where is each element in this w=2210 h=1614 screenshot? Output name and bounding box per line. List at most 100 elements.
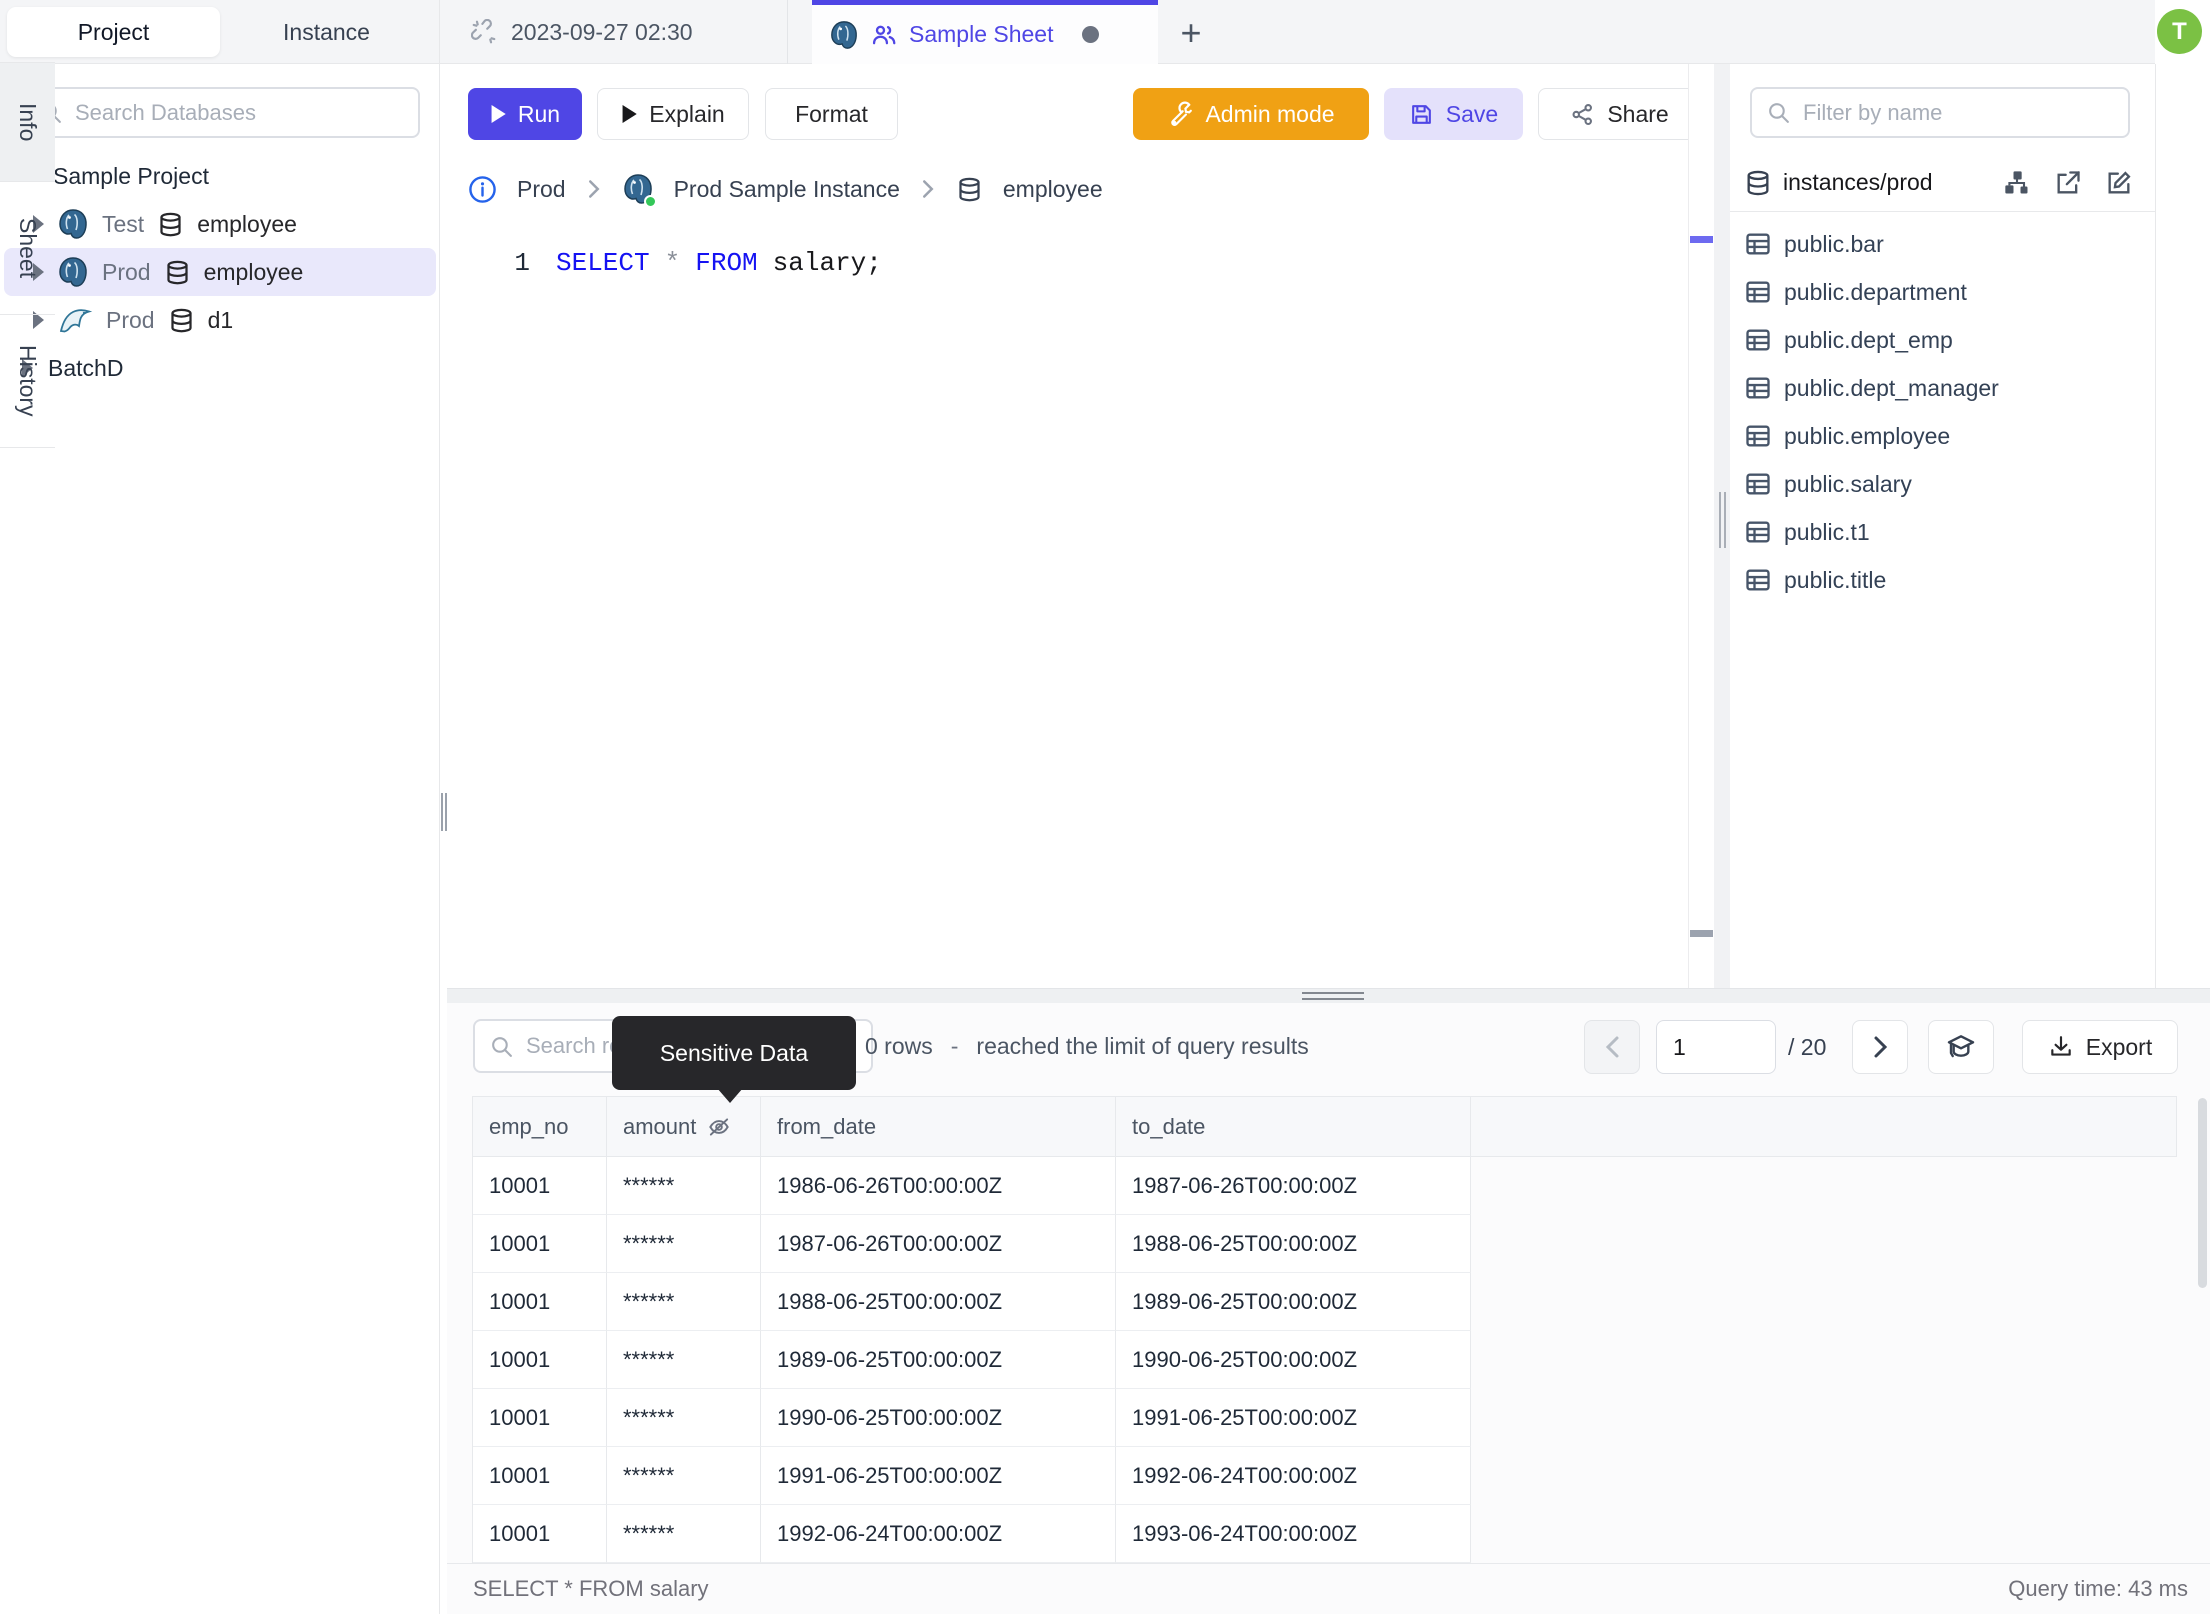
table-cell-masked[interactable]: ****** xyxy=(607,1505,761,1563)
table-cell[interactable]: 1993-06-24T00:00:00Z xyxy=(1116,1505,1471,1563)
table-cell[interactable]: 1991-06-25T00:00:00Z xyxy=(1116,1389,1471,1447)
sql-text: salary; xyxy=(772,248,882,278)
table-list-item[interactable]: public.salary xyxy=(1730,460,2155,508)
explain-button[interactable]: Explain xyxy=(597,88,749,140)
play-icon xyxy=(621,105,637,123)
sheet-tab-timestamp[interactable]: 2023-09-27 02:30 xyxy=(447,0,788,64)
page-number-input[interactable] xyxy=(1656,1020,1776,1074)
sql-editor-line[interactable]: 1 SELECT * FROM salary; xyxy=(490,245,897,281)
unlink-icon xyxy=(471,19,497,45)
table-cell[interactable]: 10001 xyxy=(473,1389,607,1447)
breadcrumb-database[interactable]: employee xyxy=(1003,176,1103,203)
breadcrumb-instance[interactable]: Prod Sample Instance xyxy=(674,176,900,203)
database-search[interactable]: Search Databases xyxy=(22,87,420,138)
export-button[interactable]: Export xyxy=(2022,1020,2178,1074)
table-cell[interactable]: 1990-06-25T00:00:00Z xyxy=(1116,1331,1471,1389)
shared-sheet-icon xyxy=(870,21,898,49)
postgres-icon xyxy=(57,256,89,288)
table-cell-masked[interactable]: ****** xyxy=(607,1447,761,1505)
table-cell-masked[interactable]: ****** xyxy=(607,1331,761,1389)
format-button[interactable]: Format xyxy=(765,88,898,140)
tab-info-label: Info xyxy=(15,102,41,142)
table-list-item[interactable]: public.t1 xyxy=(1730,508,2155,556)
tree-node-prod-employee-selected[interactable]: Prod employee xyxy=(4,248,436,296)
table-name: public.salary xyxy=(1784,470,1912,497)
tree-node-test-employee[interactable]: Test employee xyxy=(0,200,440,248)
data-masking-button[interactable] xyxy=(1928,1020,1994,1074)
table-name: public.t1 xyxy=(1784,518,1870,545)
column-header[interactable]: from_date xyxy=(761,1097,1116,1157)
sheet-tab-label: 2023-09-27 02:30 xyxy=(511,18,693,45)
edit-icon[interactable] xyxy=(2105,169,2133,197)
table-cell-masked[interactable]: ****** xyxy=(607,1389,761,1447)
table-cell-masked[interactable]: ****** xyxy=(607,1273,761,1331)
next-page-button[interactable] xyxy=(1852,1020,1908,1074)
tab-info[interactable]: Info xyxy=(0,62,55,182)
tree-node-batchd[interactable]: BatchD xyxy=(0,344,440,392)
table-cell[interactable]: 1986-06-26T00:00:00Z xyxy=(761,1157,1116,1215)
filter-input[interactable]: Filter by name xyxy=(1750,87,2130,138)
table-cell[interactable]: 10001 xyxy=(473,1215,607,1273)
mysql-icon xyxy=(57,305,93,335)
connection-source-label: instances/prod xyxy=(1783,169,1933,195)
table-cell[interactable]: 10001 xyxy=(473,1331,607,1389)
new-sheet-button[interactable]: + xyxy=(1168,10,1214,56)
splitter-handle[interactable] xyxy=(1719,492,1726,548)
table-list-item[interactable]: public.dept_manager xyxy=(1730,364,2155,412)
sheet-tab-sample-sheet[interactable]: Sample Sheet xyxy=(812,0,1158,64)
table-cell[interactable]: 1989-06-25T00:00:00Z xyxy=(761,1331,1116,1389)
tab-project[interactable]: Project xyxy=(7,7,220,57)
external-link-icon[interactable] xyxy=(2054,169,2082,197)
table-cell[interactable]: 1987-06-26T00:00:00Z xyxy=(1116,1157,1471,1215)
postgres-icon xyxy=(829,20,859,50)
results-scrollbar[interactable] xyxy=(2198,1098,2207,1288)
prev-page-button[interactable] xyxy=(1584,1020,1640,1074)
table-list-item[interactable]: public.bar xyxy=(1730,220,2155,268)
table-cell[interactable]: 1988-06-25T00:00:00Z xyxy=(1116,1215,1471,1273)
table-cell-masked[interactable]: ****** xyxy=(607,1215,761,1273)
table-cell[interactable]: 10001 xyxy=(473,1505,607,1563)
table-list-item[interactable]: public.title xyxy=(1730,556,2155,604)
share-button[interactable]: Share xyxy=(1538,88,1701,140)
save-button[interactable]: Save xyxy=(1384,88,1523,140)
column-header[interactable]: emp_no xyxy=(473,1097,607,1157)
table-cell-masked[interactable]: ****** xyxy=(607,1157,761,1215)
info-icon[interactable] xyxy=(468,175,497,204)
table-cell[interactable]: 1992-06-24T00:00:00Z xyxy=(1116,1447,1471,1505)
table-list-item[interactable]: public.dept_emp xyxy=(1730,316,2155,364)
table-cell[interactable]: 10001 xyxy=(473,1447,607,1505)
sql-star: * xyxy=(664,248,681,278)
admin-mode-label: Admin mode xyxy=(1205,100,1335,127)
table-cell[interactable]: 1988-06-25T00:00:00Z xyxy=(761,1273,1116,1331)
chevron-right-icon xyxy=(920,179,936,199)
splitter-handle[interactable] xyxy=(1302,992,1364,1000)
table-cell[interactable]: 1991-06-25T00:00:00Z xyxy=(761,1447,1116,1505)
schema-diagram-icon[interactable] xyxy=(2003,169,2031,197)
breadcrumb-environment[interactable]: Prod xyxy=(517,176,566,203)
database-label: d1 xyxy=(207,306,234,333)
tab-instance[interactable]: Instance xyxy=(220,7,433,57)
sidebar-resize-handle[interactable] xyxy=(441,793,447,831)
table-cell[interactable]: 1990-06-25T00:00:00Z xyxy=(761,1389,1116,1447)
table-cell[interactable]: 10001 xyxy=(473,1157,607,1215)
column-header[interactable]: to_date xyxy=(1116,1097,1471,1157)
tree-node-prod-d1[interactable]: Prod d1 xyxy=(0,296,440,344)
table-cell[interactable]: 1992-06-24T00:00:00Z xyxy=(761,1505,1116,1563)
breadcrumb: Prod Prod Sample Instance employee xyxy=(468,164,1103,214)
tab-history[interactable]: History xyxy=(0,315,55,448)
table-cell[interactable]: 1989-06-25T00:00:00Z xyxy=(1116,1273,1471,1331)
tab-sheet[interactable]: Sheet xyxy=(0,182,55,315)
admin-mode-button[interactable]: Admin mode xyxy=(1133,88,1369,140)
limit-text: reached the limit of query results xyxy=(976,1032,1309,1059)
environment-label: Prod xyxy=(106,306,155,333)
table-list-item[interactable]: public.department xyxy=(1730,268,2155,316)
table-list-item[interactable]: public.employee xyxy=(1730,412,2155,460)
tree-node-sample-project[interactable]: Sample Project xyxy=(0,152,440,200)
executed-query-text: SELECT * FROM salary xyxy=(473,1576,709,1601)
editor-minimap[interactable] xyxy=(1688,64,1714,988)
run-button[interactable]: Run xyxy=(468,88,582,140)
column-header-amount[interactable]: amount xyxy=(607,1097,761,1157)
table-cell[interactable]: 10001 xyxy=(473,1273,607,1331)
user-avatar[interactable]: T xyxy=(2157,9,2202,54)
table-cell[interactable]: 1987-06-26T00:00:00Z xyxy=(761,1215,1116,1273)
